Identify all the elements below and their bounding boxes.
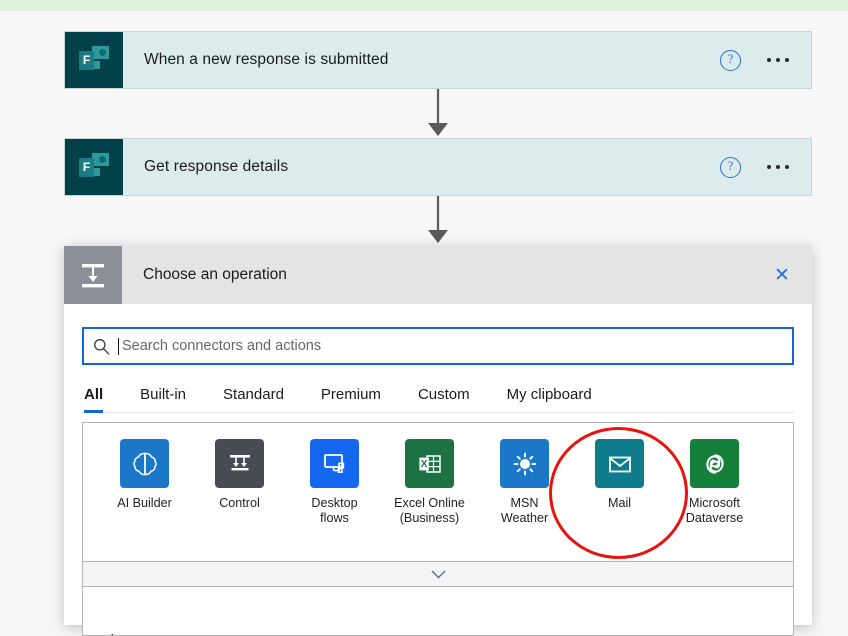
msn-weather-icon	[500, 439, 549, 488]
microsoft-forms-icon: F	[65, 32, 123, 88]
connector-label: Excel Online(Business)	[394, 496, 465, 526]
flow-node-title: When a new response is submitted	[123, 51, 720, 69]
more-commands-icon[interactable]	[767, 58, 789, 62]
search-icon	[84, 338, 118, 355]
connector-label: Mail	[608, 496, 631, 511]
more-commands-icon[interactable]	[767, 165, 789, 169]
microsoft-dataverse-icon	[690, 439, 739, 488]
excel-online-icon: X	[405, 439, 454, 488]
connector-label: Desktopflows	[311, 496, 357, 526]
connector-tile-microsoft-dataverse[interactable]: MicrosoftDataverse	[667, 439, 762, 526]
connector-label: AI Builder	[117, 496, 172, 511]
connector-tile-msn-weather[interactable]: MSNWeather	[477, 439, 572, 526]
connector-tile-mail[interactable]: Mail	[572, 439, 667, 511]
dialog-title: Choose an operation	[122, 266, 760, 284]
text-caret	[118, 338, 119, 355]
connector-tile-ai-builder[interactable]: AI Builder	[97, 439, 192, 511]
flow-node-actions: ?	[720, 157, 811, 178]
desktop-flows-icon	[310, 439, 359, 488]
connector-label: MSNWeather	[501, 496, 548, 526]
chevron-down-icon	[431, 570, 446, 579]
connector-arrow-2	[425, 196, 451, 245]
tab-built-in[interactable]: Built-in	[140, 382, 186, 412]
close-icon[interactable]: ✕	[760, 253, 804, 297]
results-title: Triggers	[97, 632, 151, 636]
connector-label: Control	[219, 496, 260, 511]
help-icon[interactable]: ?	[720, 157, 741, 178]
tab-my-clipboard[interactable]: My clipboard	[507, 382, 592, 412]
connector-tile-control[interactable]: Control	[192, 439, 287, 511]
connector-category-tabs: All Built-in Standard Premium Custom My …	[82, 382, 794, 413]
connector-grid: AI Builder Control	[82, 422, 794, 561]
page-top-banner	[0, 0, 848, 11]
insert-operation-icon	[64, 246, 122, 304]
connector-tile-excel-online[interactable]: X Excel Online(Business)	[382, 439, 477, 526]
connector-label: MicrosoftDataverse	[686, 496, 743, 526]
tab-premium[interactable]: Premium	[321, 382, 381, 412]
dialog-header: Choose an operation ✕	[64, 246, 812, 304]
tab-custom[interactable]: Custom	[418, 382, 470, 412]
svg-text:X: X	[420, 459, 427, 470]
dialog-body: Search connectors and actions All Built-…	[64, 327, 812, 636]
help-icon[interactable]: ?	[720, 50, 741, 71]
search-input[interactable]: Search connectors and actions	[82, 327, 794, 365]
microsoft-forms-icon: F	[65, 139, 123, 195]
ai-builder-icon	[120, 439, 169, 488]
flow-node-actions: ?	[720, 50, 811, 71]
mail-icon	[595, 439, 644, 488]
choose-operation-dialog: Choose an operation ✕ Search connectors …	[64, 246, 812, 625]
connector-arrow-1	[425, 89, 451, 138]
flow-node-action[interactable]: F Get response details ?	[64, 138, 812, 196]
control-icon	[215, 439, 264, 488]
results-section: Triggers See more	[82, 587, 794, 636]
connector-tile-desktop-flows[interactable]: Desktopflows	[287, 439, 382, 526]
flow-node-trigger[interactable]: F When a new response is submitted ?	[64, 31, 812, 89]
tab-all[interactable]: All	[84, 382, 103, 412]
search-placeholder: Search connectors and actions	[122, 338, 321, 354]
tab-standard[interactable]: Standard	[223, 382, 284, 412]
flow-node-title: Get response details	[123, 158, 720, 176]
show-more-connectors-button[interactable]	[82, 561, 794, 587]
